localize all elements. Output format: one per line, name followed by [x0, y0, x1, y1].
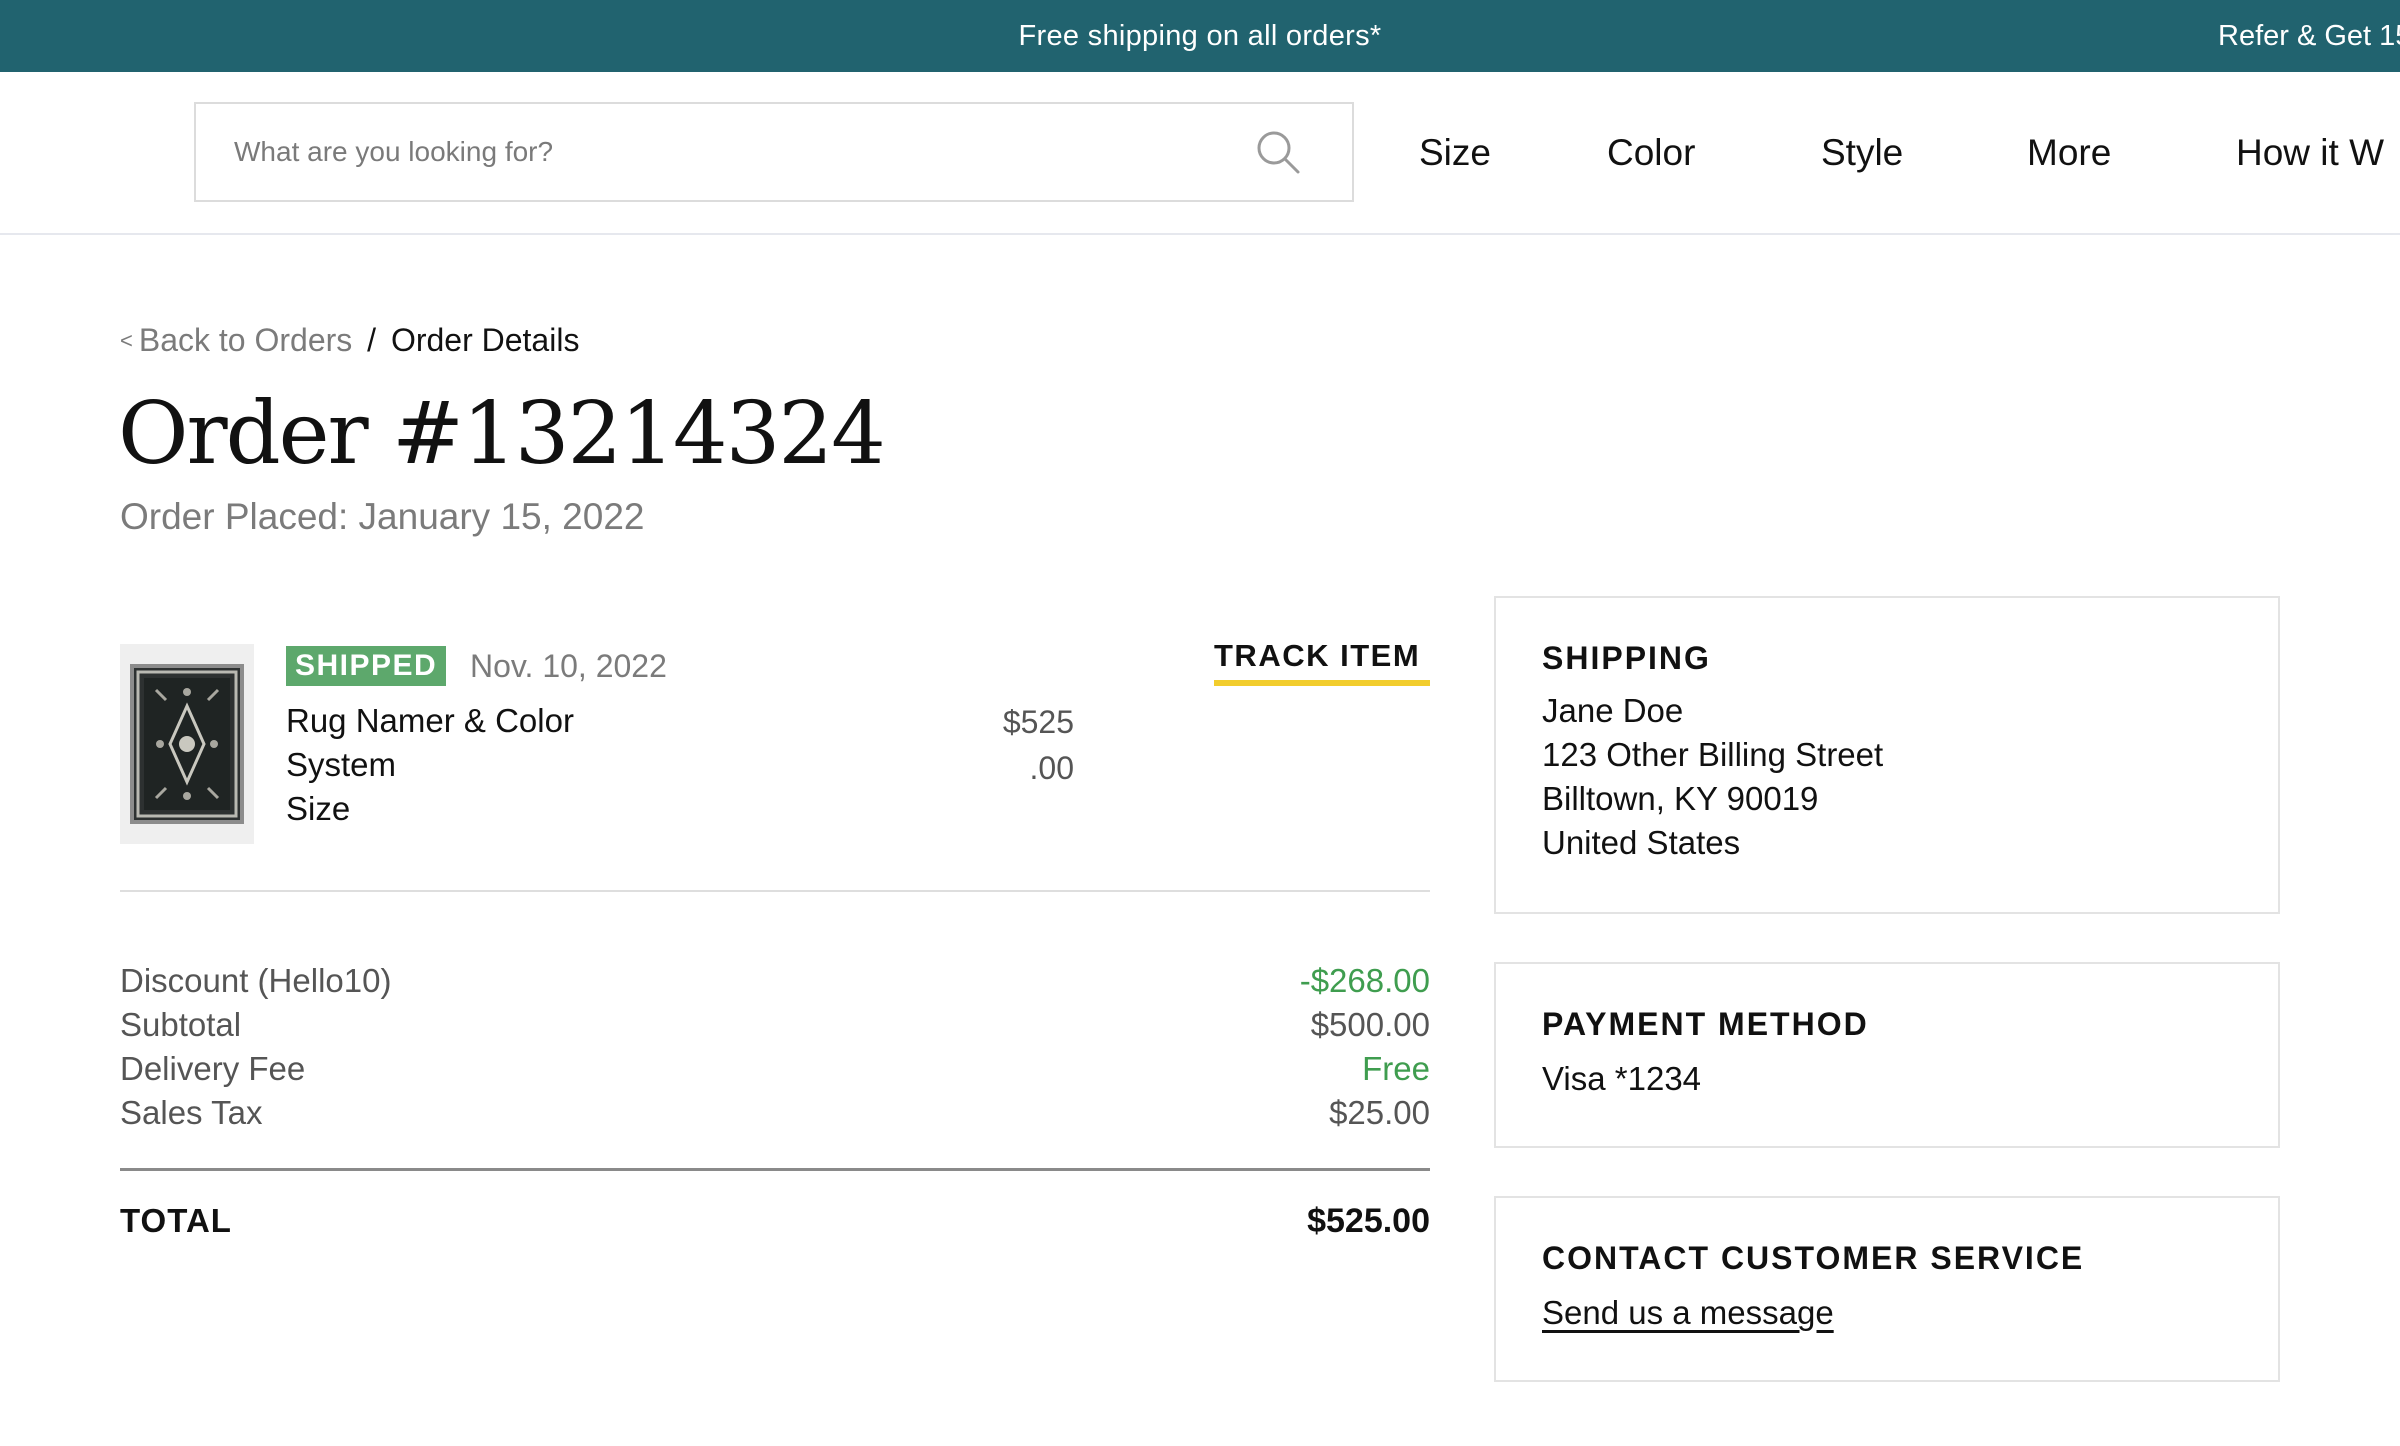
contact-card: CONTACT CUSTOMER SERVICE Send us a messa…: [1494, 1196, 2280, 1382]
total-value: $525.00: [1307, 1202, 1430, 1240]
page-title: Order #13214324: [118, 384, 886, 484]
shipping-country: United States: [1542, 824, 1741, 861]
track-item-link[interactable]: TRACK ITEM: [1214, 638, 1430, 686]
status-badge: SHIPPED: [286, 646, 447, 686]
item-system: System: [286, 746, 397, 783]
subtotal-value: $500.00: [1310, 1006, 1430, 1043]
nav-more[interactable]: More: [2027, 72, 2111, 233]
shipping-card: SHIPPING Jane Doe 123 Other Billing Stre…: [1494, 596, 2280, 914]
rug-image: [130, 664, 244, 824]
search-icon[interactable]: [1254, 128, 1302, 176]
total-label: TOTAL: [120, 1202, 232, 1239]
breadcrumb-separator: /: [367, 322, 377, 358]
discount-value: -$268.00: [1299, 962, 1430, 999]
item-divider: [120, 890, 1430, 892]
breadcrumb-current: Order Details: [390, 322, 580, 358]
send-message-link[interactable]: Send us a message: [1542, 1294, 1834, 1332]
nav-how-it-works[interactable]: How it W: [2236, 72, 2384, 233]
shipping-title: SHIPPING: [1542, 640, 1711, 676]
promo-free-shipping: Free shipping on all orders*: [1018, 20, 1382, 52]
delivery-fee-value: Free: [1362, 1050, 1430, 1087]
back-to-orders-link[interactable]: Back to Orders: [139, 322, 352, 358]
payment-card: PAYMENT METHOD Visa *1234: [1494, 962, 2280, 1148]
discount-label: Discount (Hello10): [120, 962, 392, 999]
payment-title: PAYMENT METHOD: [1542, 1006, 1869, 1042]
search-input[interactable]: [232, 104, 1232, 200]
shipping-city: Billtown, KY 90019: [1542, 780, 1819, 817]
shipping-name: Jane Doe: [1542, 692, 1684, 729]
item-price-dollars: $525: [1002, 704, 1074, 740]
shipped-date: Nov. 10, 2022: [470, 648, 667, 684]
breadcrumb: < Back to Orders / Order Details: [120, 322, 579, 359]
subtotal-label: Subtotal: [120, 1006, 242, 1043]
site-header: Size Color Style More How it W: [0, 72, 2400, 235]
promo-bar: Free shipping on all orders* Refer & Get…: [0, 0, 2400, 72]
nav-color[interactable]: Color: [1607, 72, 1695, 233]
chevron-left-icon[interactable]: <: [120, 328, 133, 353]
rug-thumbnail[interactable]: [120, 644, 254, 844]
shipping-street: 123 Other Billing Street: [1542, 736, 1884, 773]
item-name: Rug Namer & Color: [286, 702, 574, 739]
delivery-fee-label: Delivery Fee: [120, 1050, 306, 1087]
item-price-cents: .00: [1029, 750, 1074, 786]
sales-tax-value: $25.00: [1329, 1094, 1430, 1131]
item-size: Size: [286, 790, 351, 827]
nav-size[interactable]: Size: [1419, 72, 1491, 233]
sales-tax-label: Sales Tax: [120, 1094, 263, 1131]
order-placed-date: Order Placed: January 15, 2022: [120, 496, 645, 537]
nav-style[interactable]: Style: [1821, 72, 1903, 233]
payment-value: Visa *1234: [1542, 1060, 1702, 1097]
search-box[interactable]: [194, 102, 1354, 202]
promo-refer-link[interactable]: Refer & Get 15: [2218, 0, 2400, 72]
contact-title: CONTACT CUSTOMER SERVICE: [1542, 1240, 2085, 1276]
total-divider: [120, 1168, 1430, 1171]
